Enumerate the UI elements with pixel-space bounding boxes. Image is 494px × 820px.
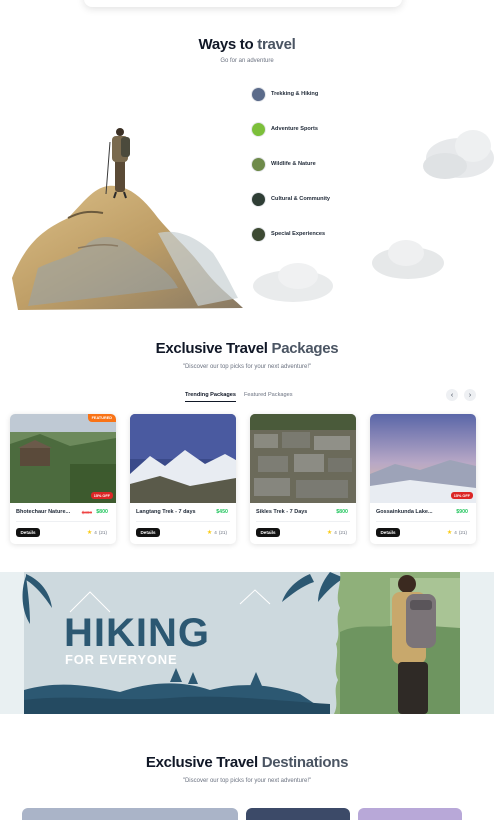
review-count: (21) <box>338 530 347 535</box>
way-item-label: Trekking & Hiking <box>271 91 319 97</box>
package-card[interactable]: FEATURED 15% OFF Bhotechaur Nature... $8… <box>10 414 116 544</box>
destination-card[interactable] <box>358 808 462 820</box>
ways-title: Ways to travel <box>0 36 494 53</box>
rating-value: 4 <box>454 530 457 535</box>
featured-badge: FEATURED <box>87 414 116 422</box>
package-name: Langtang Trek - 7 days <box>136 509 196 515</box>
package-card[interactable]: Sikles Trek - 7 Days $800 Details ★ 4 (2… <box>250 414 356 544</box>
destinations-title: Exclusive Travel Destinations <box>0 754 494 771</box>
review-count: (21) <box>218 530 227 535</box>
wildlife-icon <box>251 156 266 172</box>
divider <box>376 521 470 522</box>
package-image <box>370 414 476 503</box>
destination-card[interactable] <box>22 808 238 820</box>
package-price: $800 <box>336 509 348 515</box>
chevron-left-icon: ‹ <box>450 391 454 399</box>
destinations-title-accent: Destinations <box>261 754 349 771</box>
details-button[interactable]: Details <box>16 528 40 537</box>
way-item-cultural[interactable]: Cultural & Community <box>251 191 330 207</box>
rating-value: 4 <box>334 530 337 535</box>
top-card-edge <box>84 0 402 7</box>
package-price: $450 <box>216 509 228 515</box>
review-count: (21) <box>458 530 467 535</box>
ways-title-accent: travel <box>257 36 296 53</box>
cloud-illustration <box>423 130 494 179</box>
packages-subtitle: "Discover our top picks for your next ad… <box>182 364 312 370</box>
prev-button[interactable]: ‹ <box>446 389 458 401</box>
cultural-icon <box>251 191 266 207</box>
details-button[interactable]: Details <box>376 528 400 537</box>
tab-featured[interactable]: Featured Packages <box>244 392 293 402</box>
rating: ★ 4 (21) <box>207 529 227 536</box>
package-name: Bhotechaur Nature... <box>16 509 71 515</box>
old-price: $800 <box>81 510 92 515</box>
rating-value: 4 <box>94 530 97 535</box>
discount-badge: 15% OFF <box>90 492 113 499</box>
hiker-on-mountain-illustration <box>12 128 243 310</box>
tab-trending[interactable]: Trending Packages <box>185 392 236 402</box>
package-name: Gossainkunda Lake... <box>376 509 433 515</box>
details-button[interactable]: Details <box>256 528 280 537</box>
destinations-subtitle: "Discover our top picks for your next ad… <box>182 778 312 784</box>
banner-headline: HIKING <box>64 611 210 655</box>
divider <box>16 521 110 522</box>
package-image <box>130 414 236 503</box>
ways-subtitle: Go for an adventure <box>220 58 274 64</box>
star-icon: ★ <box>446 530 453 536</box>
way-item-trekking[interactable]: Trekking & Hiking <box>251 86 318 102</box>
packages-title: Exclusive Travel Packages <box>0 340 494 357</box>
divider <box>136 521 230 522</box>
rating: ★ 4 (21) <box>447 529 467 536</box>
cloud-illustration <box>372 240 444 279</box>
packages-title-accent: Packages <box>271 340 339 357</box>
star-icon: ★ <box>326 530 333 536</box>
package-name: Sikles Trek - 7 Days <box>256 509 308 515</box>
way-item-label: Special Experiences <box>271 231 326 237</box>
banner-tagline: FOR EVERYONE <box>65 652 177 667</box>
package-card[interactable]: Langtang Trek - 7 days $450 Details ★ 4 … <box>130 414 236 544</box>
discount-badge: 15% OFF <box>450 492 473 499</box>
package-image <box>250 414 356 503</box>
ways-title-main: Ways to <box>198 36 254 53</box>
rating-value: 4 <box>214 530 217 535</box>
details-button[interactable]: Details <box>136 528 160 537</box>
package-image <box>10 414 116 503</box>
destinations-title-main: Exclusive Travel <box>145 754 258 771</box>
way-item-adventure-sports[interactable]: Adventure Sports <box>251 121 318 137</box>
rating: ★ 4 (21) <box>327 529 347 536</box>
rating: ★ 4 (21) <box>87 529 107 536</box>
chevron-right-icon: › <box>468 391 472 399</box>
hiking-banner[interactable]: HIKING FOR EVERYONE <box>0 572 494 714</box>
way-item-special[interactable]: Special Experiences <box>251 226 325 242</box>
adventure-icon <box>251 121 266 137</box>
package-price: $800 <box>96 509 108 515</box>
trekking-icon <box>251 86 266 102</box>
next-button[interactable]: › <box>464 389 476 401</box>
way-item-label: Adventure Sports <box>271 126 318 132</box>
package-card[interactable]: 15% OFF Gossainkunda Lake... $900 Detail… <box>370 414 476 544</box>
star-icon: ★ <box>206 530 213 536</box>
package-price: $900 <box>456 509 468 515</box>
cloud-illustration <box>253 263 333 302</box>
review-count: (21) <box>98 530 107 535</box>
star-icon: ★ <box>86 530 93 536</box>
special-icon <box>251 226 266 242</box>
way-item-label: Wildlife & Nature <box>271 161 316 167</box>
destination-card[interactable] <box>246 808 350 820</box>
divider <box>256 521 350 522</box>
way-item-wildlife[interactable]: Wildlife & Nature <box>251 156 316 172</box>
packages-title-main: Exclusive Travel <box>155 340 268 357</box>
way-item-label: Cultural & Community <box>271 196 331 202</box>
package-tabs: Trending Packages Featured Packages <box>185 392 293 402</box>
